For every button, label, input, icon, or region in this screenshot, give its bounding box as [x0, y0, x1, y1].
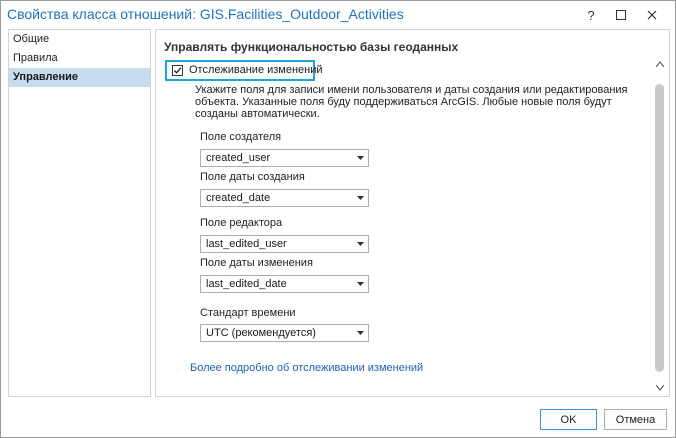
creator-field-dropdown[interactable]: created_user: [200, 149, 369, 167]
dropdown-arrow-icon: [357, 196, 364, 200]
sidebar-item-management[interactable]: Управление: [9, 68, 150, 87]
help-button[interactable]: ?: [579, 4, 603, 26]
checkbox-box[interactable]: [172, 65, 183, 76]
edit-date-field-dropdown[interactable]: last_edited_date: [200, 275, 369, 293]
creation-date-field-label: Поле даты создания: [200, 171, 305, 183]
learn-more-link[interactable]: Более подробно об отслеживании изменений: [190, 362, 423, 374]
dialog-window: Свойства класса отношений: GIS.Facilitie…: [0, 0, 676, 438]
dropdown-value: created_date: [206, 192, 271, 204]
sidebar-item-rules[interactable]: Правила: [9, 49, 150, 68]
scrollbar-thumb[interactable]: [655, 84, 664, 372]
title-bar: Свойства класса отношений: GIS.Facilitie…: [1, 1, 675, 29]
dropdown-arrow-icon: [357, 156, 364, 160]
question-icon: ?: [587, 7, 595, 23]
edit-date-field-label: Поле даты изменения: [200, 257, 313, 269]
vertical-scrollbar[interactable]: [652, 57, 668, 395]
checkbox-label: Отслеживание изменений: [189, 64, 323, 76]
dropdown-value: created_user: [206, 152, 271, 164]
creation-date-field-dropdown[interactable]: created_date: [200, 189, 369, 207]
maximize-button[interactable]: [609, 4, 633, 26]
sidebar: Общие Правила Управление: [8, 29, 151, 397]
editor-field-dropdown[interactable]: last_edited_user: [200, 235, 369, 253]
time-standard-dropdown[interactable]: UTC (рекомендуется): [200, 324, 369, 342]
sidebar-item-general[interactable]: Общие: [9, 30, 150, 49]
ok-button[interactable]: OK: [540, 409, 597, 430]
close-icon: [647, 10, 657, 20]
dropdown-value: last_edited_date: [206, 278, 287, 290]
dropdown-arrow-icon: [357, 282, 364, 286]
section-title: Управлять функциональностью базы геоданн…: [164, 40, 459, 54]
checkmark-icon: [174, 67, 182, 74]
close-button[interactable]: [640, 4, 664, 26]
dropdown-arrow-icon: [357, 242, 364, 246]
dropdown-value: UTC (рекомендуется): [206, 327, 316, 339]
scroll-down-icon[interactable]: [656, 385, 664, 391]
time-standard-label: Стандарт времени: [200, 307, 296, 319]
description-text: Укажите поля для записи имени пользовате…: [195, 84, 628, 120]
window-title: Свойства класса отношений: GIS.Facilitie…: [7, 6, 404, 22]
dropdown-arrow-icon: [357, 331, 364, 335]
editor-tracking-checkbox[interactable]: Отслеживание изменений: [165, 60, 323, 81]
scroll-up-icon[interactable]: [656, 61, 664, 67]
cancel-button[interactable]: Отмена: [604, 409, 667, 430]
editor-field-label: Поле редактора: [200, 217, 283, 229]
creator-field-label: Поле создателя: [200, 131, 282, 143]
dropdown-value: last_edited_user: [206, 238, 287, 250]
content-panel: Управлять функциональностью базы геоданн…: [155, 29, 670, 397]
maximize-icon: [616, 10, 626, 20]
